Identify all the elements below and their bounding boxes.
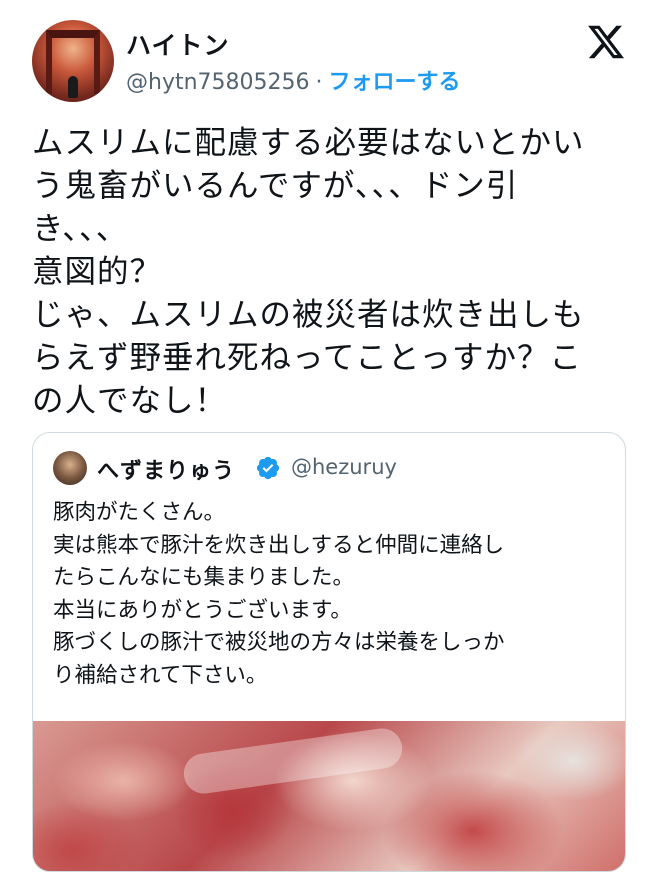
- quoted-author-avatar[interactable]: [53, 451, 87, 485]
- quoted-tweet-card[interactable]: へずまりゅう @hezuruy 豚肉がたくさん。 実は熊本で豚汁を炊き出しすると…: [32, 432, 626, 872]
- author-handle[interactable]: @hytn75805256: [126, 70, 310, 95]
- author-display-name[interactable]: ハイトン: [126, 26, 230, 62]
- follow-button[interactable]: フォローする: [329, 70, 461, 95]
- x-logo-icon[interactable]: [586, 22, 626, 62]
- tweet-text: ムスリムに配慮する必要はないとかい う鬼畜がいるんですが、、、ドン引 き、、、 …: [32, 125, 585, 419]
- author-avatar[interactable]: [32, 20, 114, 102]
- separator-dot: ·: [315, 70, 323, 95]
- verified-badge-icon: [256, 456, 280, 480]
- quoted-tweet-text: 豚肉がたくさん。 実は熊本で豚汁を炊き出しすると仲間に連絡し たらこんなにも集ま…: [53, 500, 505, 688]
- quoted-author-name[interactable]: へずまりゅう: [97, 453, 235, 485]
- author-handle-line: @hytn75805256 · フォローする: [126, 64, 461, 96]
- avatar-figure: [68, 76, 78, 98]
- quoted-tweet-image[interactable]: [33, 721, 625, 871]
- image-glare: [181, 725, 405, 797]
- quoted-author-handle[interactable]: @hezuruy: [291, 455, 397, 479]
